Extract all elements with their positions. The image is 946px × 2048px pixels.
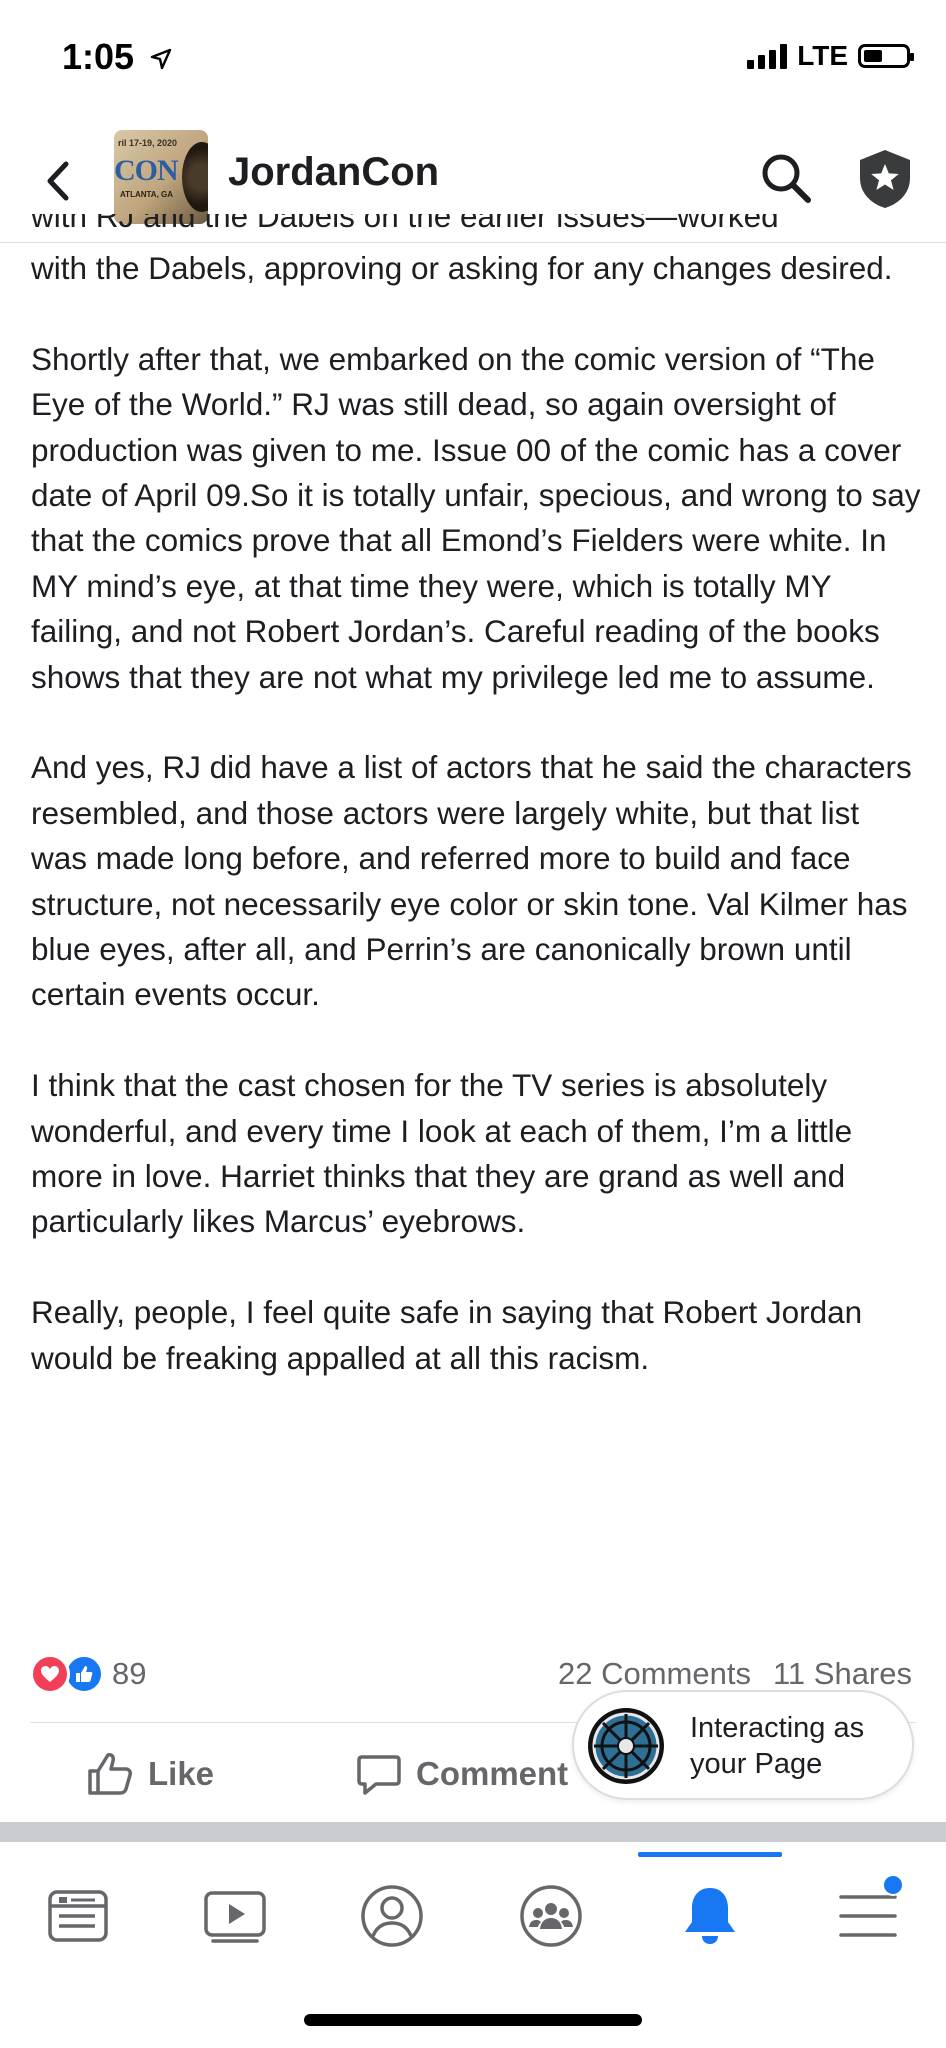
battery-icon — [858, 44, 914, 68]
like-label: Like — [148, 1755, 215, 1792]
home-indicator[interactable] — [304, 2014, 642, 2026]
bottom-tab-bar — [0, 1842, 946, 2048]
admin-shield-button[interactable] — [856, 148, 914, 210]
menu-notification-dot — [882, 1874, 904, 1896]
news-feed-icon — [48, 1890, 108, 1942]
thumbs-up-icon — [88, 1753, 132, 1795]
post-paragraph: I think that the cast chosen for the TV … — [31, 1067, 853, 1240]
page-title[interactable]: JordanCon — [228, 150, 439, 195]
status-bar: 1:05 LTE — [0, 0, 946, 120]
page-avatar[interactable]: ril 17-19, 2020 CON ATLANTA, GA — [114, 130, 208, 224]
post-partial-line: with RJ and the Dabels on the earlier is… — [31, 214, 779, 234]
engagement-counts: 22 Comments 11 Shares — [558, 1656, 912, 1692]
comment-button[interactable]: Comment — [356, 1746, 586, 1802]
shield-star-icon — [860, 150, 910, 208]
post-paragraph: Really, people, I feel quite safe in say… — [31, 1294, 863, 1376]
tab-groups[interactable] — [511, 1876, 591, 1956]
search-button[interactable] — [758, 150, 814, 206]
chip-line-1: Interacting as — [690, 1712, 865, 1744]
profile-icon — [361, 1885, 423, 1947]
chip-text: Interacting as your Page — [690, 1710, 900, 1782]
reaction-count: 89 — [112, 1656, 147, 1691]
avatar-date-text: ril 17-19, 2020 — [118, 138, 178, 148]
like-button[interactable]: Like — [86, 1746, 214, 1802]
reactions-summary[interactable]: 89 — [30, 1652, 146, 1696]
bell-icon — [685, 1888, 735, 1944]
tab-news-feed[interactable] — [38, 1876, 118, 1956]
comment-bubble-icon — [357, 1755, 401, 1795]
page-wheel-avatar — [588, 1708, 664, 1784]
tab-notifications[interactable] — [670, 1876, 750, 1956]
avatar-city-text: ATLANTA, GA — [120, 190, 174, 199]
interacting-as-page-chip[interactable]: Interacting as your Page — [572, 1690, 914, 1800]
active-tab-indicator — [638, 1852, 782, 1857]
post-paragraph: Shortly after that, we embarked on the c… — [31, 340, 921, 695]
location-arrow-icon — [150, 49, 172, 70]
network-type: LTE — [797, 40, 848, 71]
tab-watch[interactable] — [195, 1876, 275, 1956]
clock-text: 1:05 — [62, 36, 135, 77]
avatar-logo-text: CON — [114, 154, 179, 187]
like-reaction-icon — [64, 1654, 104, 1694]
status-time: 1:05 — [62, 36, 172, 78]
tab-menu[interactable] — [828, 1874, 908, 1956]
back-button[interactable] — [38, 156, 78, 206]
groups-icon — [520, 1885, 582, 1947]
watch-video-icon — [204, 1891, 266, 1943]
post-paragraph: And yes, RJ did have a list of actors th… — [31, 749, 912, 1013]
battery-level — [864, 50, 882, 62]
post-paragraph: with the Dabels, approving or asking for… — [31, 250, 893, 286]
hamburger-menu-icon — [839, 1895, 897, 1937]
tab-profile[interactable] — [352, 1876, 432, 1956]
chevron-left-icon — [47, 161, 69, 201]
post-text: with RJ and the Dabels on the earlier is… — [31, 214, 921, 1381]
shares-count-link[interactable]: 11 Shares — [773, 1656, 912, 1691]
comments-count-link[interactable]: 22 Comments — [558, 1656, 751, 1691]
search-icon — [762, 154, 811, 203]
chip-line-2: your Page — [690, 1748, 823, 1780]
wheel-emblem-icon — [182, 142, 208, 212]
section-separator — [0, 1822, 946, 1842]
love-reaction-icon — [30, 1654, 70, 1694]
signal-bars-icon — [747, 43, 788, 69]
comment-label: Comment — [416, 1755, 569, 1792]
status-indicators: LTE — [747, 40, 914, 72]
